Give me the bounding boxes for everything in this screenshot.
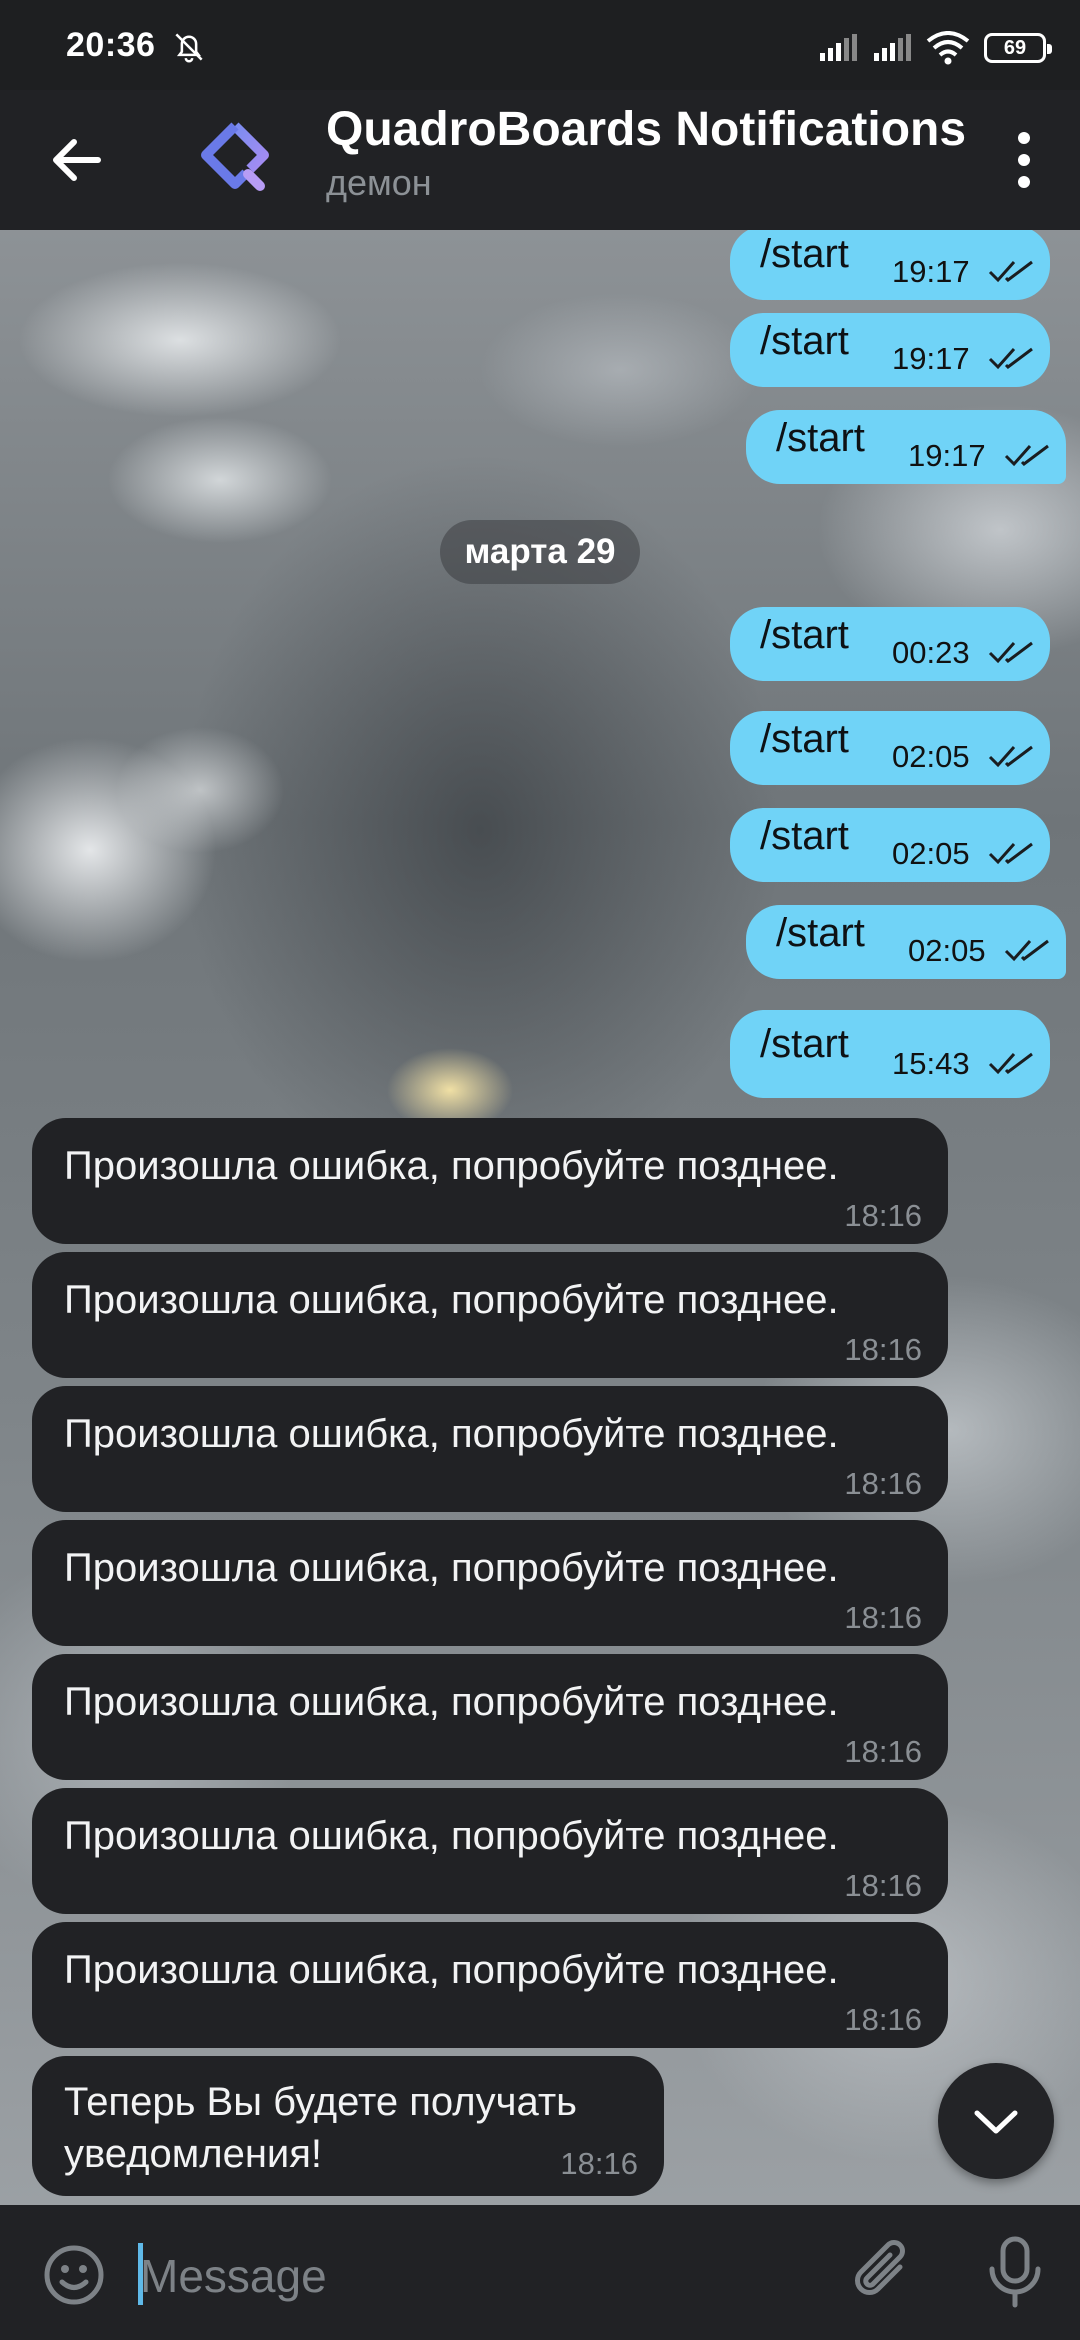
message-text: Произошла ошибка, попробуйте позднее. (64, 1412, 839, 1456)
battery-level: 69 (1003, 36, 1027, 59)
message-time: 19:17 (892, 254, 970, 289)
message-text: /start (776, 416, 865, 460)
bell-muted-icon (175, 33, 203, 63)
scroll-down-button[interactable] (938, 2063, 1054, 2179)
message-time: 18:16 (844, 1600, 922, 1635)
double-check-icon (1004, 444, 1049, 467)
message-text: Произошла ошибка, попробуйте позднее. (64, 1814, 839, 1858)
double-check-icon (988, 1052, 1033, 1075)
message-time: 18:16 (844, 1868, 922, 1903)
message-text: /start (760, 814, 849, 858)
wifi-icon (926, 31, 970, 65)
incoming-message[interactable]: Произошла ошибка, попробуйте позднее. 18… (32, 1788, 948, 1914)
more-vertical-icon[interactable] (988, 116, 1060, 204)
message-composer (0, 2205, 1080, 2340)
outgoing-message[interactable]: /start 00:23 (730, 607, 1050, 681)
message-text: /start (760, 319, 849, 363)
emoji-icon[interactable] (40, 2241, 108, 2309)
message-text-line2: уведомления! (64, 2132, 323, 2176)
incoming-message[interactable]: Произошла ошибка, попробуйте позднее. 18… (32, 1118, 948, 1244)
message-text: /start (760, 1022, 849, 1066)
incoming-message[interactable]: Произошла ошибка, попробуйте позднее. 18… (32, 1922, 948, 2048)
outgoing-message[interactable]: /start 02:05 (746, 905, 1066, 979)
message-text-line1: Теперь Вы будете получать (64, 2080, 578, 2124)
incoming-message[interactable]: Произошла ошибка, попробуйте позднее. 18… (32, 1386, 948, 1512)
signal-icon (820, 34, 857, 61)
back-arrow-icon[interactable] (40, 124, 112, 196)
outgoing-message[interactable]: /start 15:43 (730, 1010, 1050, 1098)
message-time: 18:16 (844, 2002, 922, 2037)
message-text: /start (760, 613, 849, 657)
chat-background[interactable]: /start 19:17 /start 19:17 /start 19:17 м… (0, 230, 1080, 2205)
chat-title[interactable]: QuadroBoards Notifications (326, 102, 966, 157)
message-time: 15:43 (892, 1046, 970, 1081)
message-time: 19:17 (908, 438, 986, 473)
message-text: Произошла ошибка, попробуйте позднее. (64, 1948, 839, 1992)
message-time: 18:16 (844, 1198, 922, 1233)
message-input[interactable] (138, 2235, 822, 2317)
message-time: 02:05 (892, 836, 970, 871)
message-time: 18:16 (560, 2146, 638, 2181)
double-check-icon (988, 842, 1033, 865)
message-text: /start (760, 232, 849, 276)
message-text: Произошла ошибка, попробуйте позднее. (64, 1278, 839, 1322)
chat-subtitle: демон (326, 162, 432, 203)
incoming-message[interactable]: Произошла ошибка, попробуйте позднее. 18… (32, 1654, 948, 1780)
incoming-message[interactable]: Произошла ошибка, попробуйте позднее. 18… (32, 1520, 948, 1646)
double-check-icon (988, 641, 1033, 664)
chevron-down-icon (974, 2110, 1018, 2134)
status-time: 20:36 (66, 26, 156, 64)
message-text: Произошла ошибка, попробуйте позднее. (64, 1680, 839, 1724)
bot-avatar-logo[interactable] (190, 112, 280, 202)
outgoing-message[interactable]: /start 02:05 (730, 711, 1050, 785)
message-time: 18:16 (844, 1466, 922, 1501)
message-time: 02:05 (892, 739, 970, 774)
outgoing-message[interactable]: /start 19:17 (730, 230, 1050, 300)
status-bar: 20:36 69 (0, 0, 1080, 90)
double-check-icon (988, 745, 1033, 768)
signal-icon-2 (874, 34, 911, 61)
outgoing-message[interactable]: /start 02:05 (730, 808, 1050, 882)
microphone-icon[interactable] (980, 2235, 1050, 2311)
message-time: 02:05 (908, 933, 986, 968)
date-separator: марта 29 (440, 520, 640, 584)
double-check-icon (988, 347, 1033, 370)
chat-header: QuadroBoards Notifications демон (0, 90, 1080, 230)
message-time: 18:16 (844, 1734, 922, 1769)
incoming-message[interactable]: Теперь Вы будете получать уведомления! 1… (32, 2056, 664, 2196)
outgoing-message[interactable]: /start 19:17 (746, 410, 1066, 484)
paperclip-icon[interactable] (848, 2237, 918, 2309)
double-check-icon (1004, 939, 1049, 962)
message-text: Произошла ошибка, попробуйте позднее. (64, 1144, 839, 1188)
message-time: 19:17 (892, 341, 970, 376)
message-text: /start (776, 911, 865, 955)
message-text: /start (760, 717, 849, 761)
battery-icon: 69 (984, 33, 1052, 63)
message-time: 00:23 (892, 635, 970, 670)
message-text: Произошла ошибка, попробуйте позднее. (64, 1546, 839, 1590)
message-time: 18:16 (844, 1332, 922, 1367)
double-check-icon (988, 260, 1033, 283)
incoming-message[interactable]: Произошла ошибка, попробуйте позднее. 18… (32, 1252, 948, 1378)
outgoing-message[interactable]: /start 19:17 (730, 313, 1050, 387)
